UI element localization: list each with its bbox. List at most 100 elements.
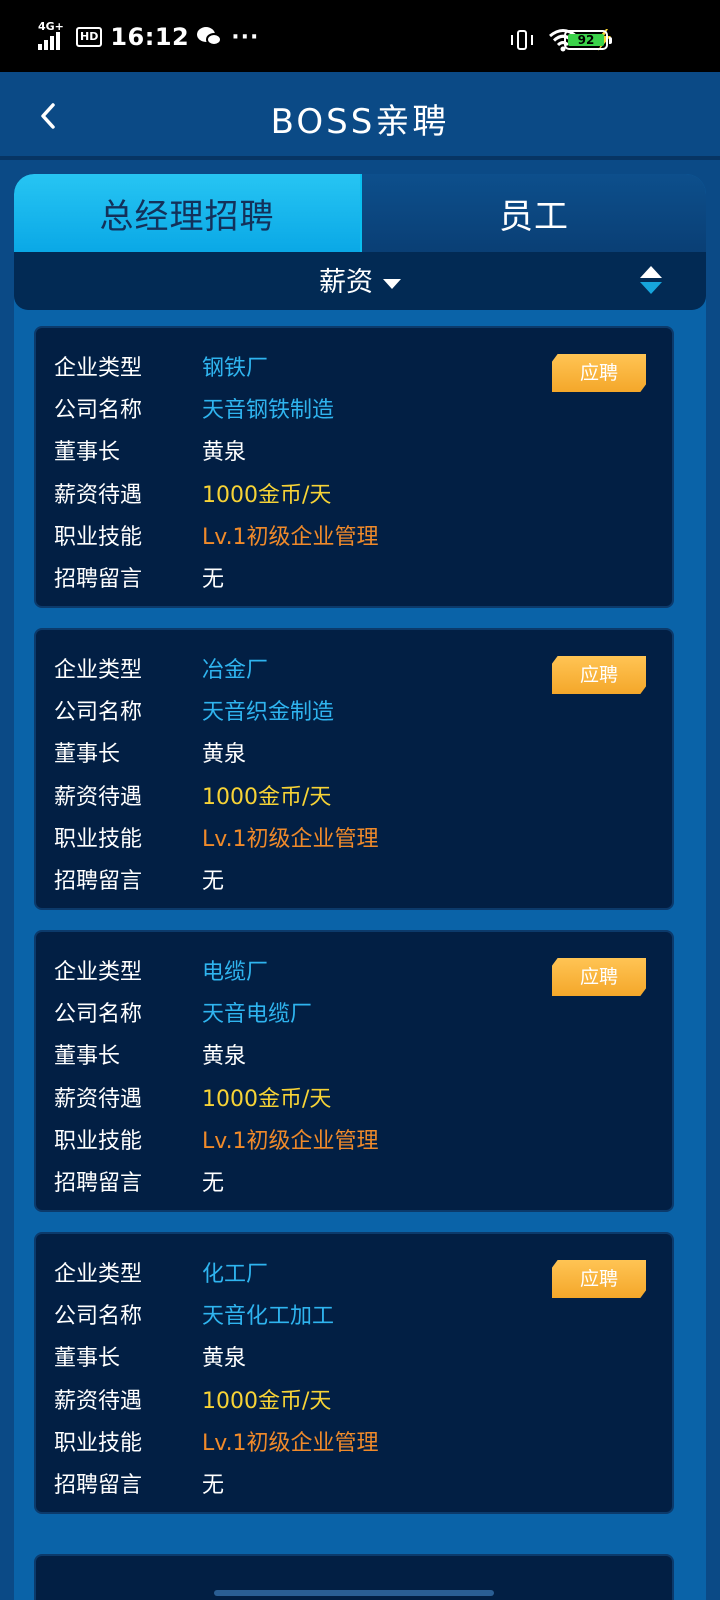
caret-down-icon (383, 278, 401, 289)
apply-button[interactable]: 应聘 (552, 354, 646, 392)
message-label: 招聘留言 (54, 567, 143, 592)
type-label: 企业类型 (54, 960, 143, 985)
job-card: 企业类型 化工厂 公司名称 天音化工加工 董事长 黄泉 薪资待遇 1000金币/天 职业… (34, 1232, 674, 1514)
chairman-value: 黄泉 (202, 1044, 247, 1069)
type-value: 钢铁厂 (202, 356, 269, 381)
skill-label: 职业技能 (54, 827, 143, 852)
skill-value: Lv.1初级企业管理 (202, 525, 379, 550)
tab-bar: 总经理招聘 员工 (14, 174, 706, 252)
chairman-row: 董事长 黄泉 (54, 1336, 246, 1376)
company-value: 天音织金制造 (202, 700, 335, 725)
salary-row: 薪资待遇 1000金币/天 (54, 473, 331, 513)
type-row: 企业类型 电缆厂 (54, 950, 268, 990)
skill-value: Lv.1初级企业管理 (202, 827, 379, 852)
home-indicator[interactable] (214, 1590, 494, 1596)
company-label: 公司名称 (54, 398, 143, 423)
company-label: 公司名称 (54, 1304, 143, 1329)
chairman-row: 董事长 黄泉 (54, 1034, 246, 1074)
more-notifications-icon: ··· (231, 24, 260, 50)
vibrate-icon (510, 28, 534, 52)
chairman-label: 董事长 (54, 742, 121, 767)
salary-value: 1000金币/天 (202, 1389, 332, 1414)
apply-button[interactable]: 应聘 (552, 1260, 646, 1298)
message-value: 无 (202, 1473, 225, 1498)
message-value: 无 (202, 869, 225, 894)
company-row: 公司名称 天音电缆厂 (54, 992, 312, 1032)
salary-value: 1000金币/天 (202, 1087, 332, 1112)
chairman-value: 黄泉 (202, 742, 247, 767)
skill-label: 职业技能 (54, 1129, 143, 1154)
content-panel: 总经理招聘 员工 薪资 企业类型 钢铁厂 公司名称 天音钢铁制造 董事长 黄泉 薪资待… (14, 174, 706, 1600)
company-label: 公司名称 (54, 1002, 143, 1027)
type-value: 化工厂 (202, 1262, 269, 1287)
salary-label: 薪资待遇 (54, 483, 143, 508)
sort-label: 薪资 (319, 267, 373, 298)
salary-label: 薪资待遇 (54, 1087, 143, 1112)
message-label: 招聘留言 (54, 1473, 143, 1498)
status-left: 4G+ HD 16:12 ··· (38, 20, 260, 52)
wechat-icon (197, 26, 223, 48)
app-header: BOSS亲聘 (0, 72, 720, 160)
skill-row: 职业技能 Lv.1初级企业管理 (54, 1119, 379, 1159)
job-card: 企业类型 钢铁厂 公司名称 天音钢铁制造 董事长 黄泉 薪资待遇 1000金币/天 职业… (34, 326, 674, 608)
chairman-row: 董事长 黄泉 (54, 430, 246, 470)
message-row: 招聘留言 无 (54, 557, 224, 597)
job-card: 企业类型 电缆厂 公司名称 天音电缆厂 董事长 黄泉 薪资待遇 1000金币/天 职业技… (34, 930, 674, 1212)
type-label: 企业类型 (54, 658, 143, 683)
hd-icon: HD (76, 27, 103, 47)
skill-row: 职业技能 Lv.1初级企业管理 (54, 515, 379, 555)
type-value: 电缆厂 (202, 960, 269, 985)
job-list: 企业类型 钢铁厂 公司名称 天音钢铁制造 董事长 黄泉 薪资待遇 1000金币/天 职业… (34, 326, 686, 1534)
battery-level: 92 (568, 34, 604, 46)
company-value: 天音钢铁制造 (202, 398, 335, 423)
tab-manager-recruitment[interactable]: 总经理招聘 (14, 174, 360, 252)
page-title: BOSS亲聘 (270, 102, 450, 142)
company-label: 公司名称 (54, 700, 143, 725)
salary-row: 薪资待遇 1000金币/天 (54, 775, 331, 815)
salary-row: 薪资待遇 1000金币/天 (54, 1077, 331, 1117)
sort-dropdown[interactable]: 薪资 (14, 260, 706, 299)
salary-value: 1000金币/天 (202, 785, 332, 810)
chairman-label: 董事长 (54, 1346, 121, 1371)
salary-label: 薪资待遇 (54, 1389, 143, 1414)
chairman-label: 董事长 (54, 440, 121, 465)
chairman-value: 黄泉 (202, 440, 247, 465)
apply-button[interactable]: 应聘 (552, 958, 646, 996)
message-row: 招聘留言 无 (54, 859, 224, 899)
company-row: 公司名称 天音织金制造 (54, 690, 334, 730)
clock: 16:12 (110, 23, 190, 51)
message-label: 招聘留言 (54, 1171, 143, 1196)
skill-label: 职业技能 (54, 525, 143, 550)
company-row: 公司名称 天音钢铁制造 (54, 388, 334, 428)
tab-employee[interactable]: 员工 (360, 174, 706, 252)
message-row: 招聘留言 无 (54, 1463, 224, 1503)
company-value: 天音电缆厂 (202, 1002, 313, 1027)
battery-icon: 92 (564, 30, 612, 50)
company-row: 公司名称 天音化工加工 (54, 1294, 334, 1334)
company-value: 天音化工加工 (202, 1304, 335, 1329)
type-label: 企业类型 (54, 356, 143, 381)
sort-bar: 薪资 (14, 252, 706, 310)
sort-order-icon[interactable] (640, 266, 662, 298)
type-row: 企业类型 冶金厂 (54, 648, 268, 688)
message-label: 招聘留言 (54, 869, 143, 894)
skill-value: Lv.1初级企业管理 (202, 1129, 379, 1154)
salary-value: 1000金币/天 (202, 483, 332, 508)
apply-button[interactable]: 应聘 (552, 656, 646, 694)
chairman-label: 董事长 (54, 1044, 121, 1069)
skill-row: 职业技能 Lv.1初级企业管理 (54, 817, 379, 857)
chairman-row: 董事长 黄泉 (54, 732, 246, 772)
skill-label: 职业技能 (54, 1431, 143, 1456)
type-label: 企业类型 (54, 1262, 143, 1287)
type-row: 企业类型 化工厂 (54, 1252, 268, 1292)
type-value: 冶金厂 (202, 658, 269, 683)
status-bar: 4G+ HD 16:12 ··· 92 (0, 0, 720, 72)
message-row: 招聘留言 无 (54, 1161, 224, 1201)
job-card: 企业类型 冶金厂 公司名称 天音织金制造 董事长 黄泉 薪资待遇 1000金币/天 职业… (34, 628, 674, 910)
cellular-signal-icon: 4G+ (38, 20, 68, 50)
skill-value: Lv.1初级企业管理 (202, 1431, 379, 1456)
salary-row: 薪资待遇 1000金币/天 (54, 1379, 331, 1419)
type-row: 企业类型 钢铁厂 (54, 346, 268, 386)
message-value: 无 (202, 567, 225, 592)
skill-row: 职业技能 Lv.1初级企业管理 (54, 1421, 379, 1461)
